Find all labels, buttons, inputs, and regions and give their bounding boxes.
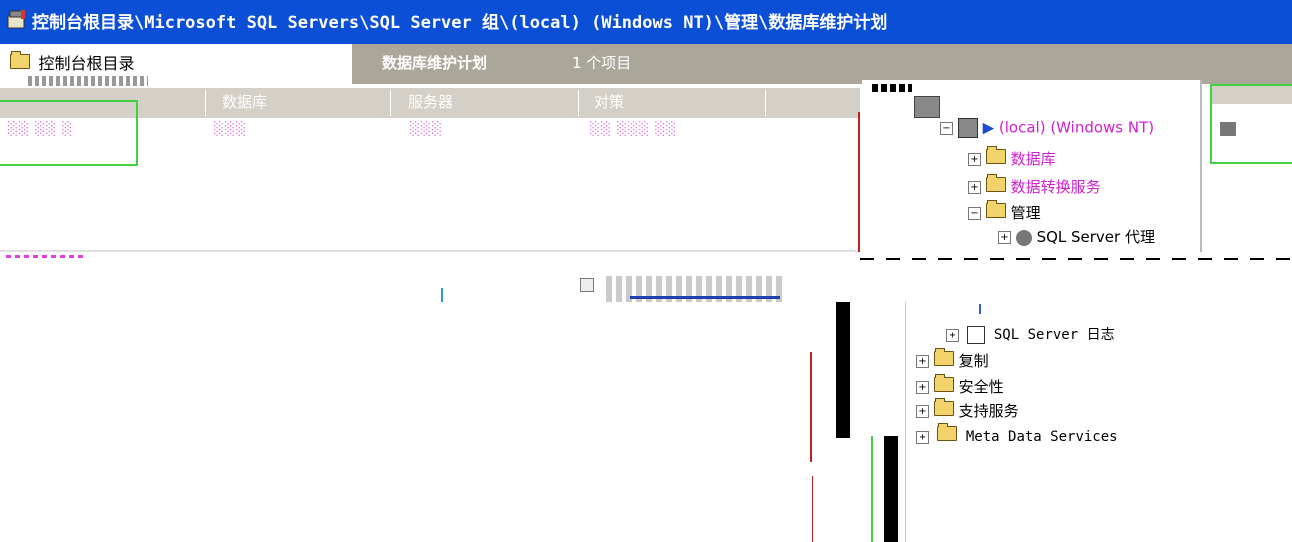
row-policy: ░░ ░░░ ░░ (590, 122, 678, 137)
folder-icon (10, 51, 30, 69)
collapse-icon[interactable]: − (940, 121, 953, 135)
row-server: ░░░ (410, 122, 443, 137)
tree-item-security[interactable]: + 安全性 (916, 374, 1004, 397)
folder-icon (985, 174, 1006, 192)
result-pane-header: 数据库维护计划 1 个项目 (352, 44, 1292, 84)
column-policy[interactable]: 对策 (594, 91, 624, 112)
collapse-icon[interactable]: − (968, 207, 981, 220)
folder-icon (933, 374, 954, 392)
title-bar: 控制台根目录\Microsoft SQL Servers\SQL Server … (0, 0, 1292, 44)
folder-icon (933, 348, 954, 366)
window-title: 控制台根目录\Microsoft SQL Servers\SQL Server … (32, 13, 888, 33)
console-tree-panel: 控制台根目录 (0, 44, 350, 88)
expand-icon[interactable]: + (916, 355, 929, 368)
expand-icon[interactable]: + (916, 381, 929, 394)
section-title: 数据库维护计划 (382, 54, 488, 72)
folder-icon (937, 423, 958, 441)
play-icon: ▶ (982, 118, 995, 137)
tree-item-glitch (28, 76, 148, 86)
folder-icon (933, 398, 954, 416)
column-database[interactable]: 数据库 (222, 91, 267, 112)
tree-item-console-root[interactable]: 控制台根目录 (10, 50, 134, 74)
plan-icon (1220, 122, 1236, 136)
expand-icon[interactable]: + (916, 430, 929, 444)
mmc-app-icon (6, 8, 28, 30)
expand-icon[interactable]: + (946, 328, 959, 342)
folder-icon (985, 200, 1006, 218)
agent-icon (1015, 229, 1032, 246)
item-count: 1 个项目 (572, 54, 632, 72)
folder-icon (985, 146, 1006, 164)
expand-icon[interactable]: + (916, 405, 929, 418)
tree-item-local-server[interactable]: − ▶ (local) (Windows NT) (940, 118, 1154, 138)
tree-item-sql-agent[interactable]: + SQL Server 代理 (998, 226, 1155, 247)
splitter[interactable] (858, 112, 860, 252)
tree-item-support-services[interactable]: + 支持服务 (916, 398, 1019, 421)
column-server[interactable]: 服务器 (408, 91, 453, 112)
tree-item-meta-data-services[interactable]: + Meta Data Services (916, 423, 1118, 445)
tree-item-dts[interactable]: + 数据转换服务 (968, 174, 1101, 197)
tree-item-replication[interactable]: + 复制 (916, 348, 989, 371)
tree-item-management[interactable]: − 管理 (968, 200, 1041, 223)
pane-divider (0, 250, 860, 252)
row-database: ░░░ (214, 122, 247, 137)
row-plan-name: ░░ ░░ ░ (8, 122, 74, 137)
console-tree-right: − ▶ (local) (Windows NT) + 数据库 + 数据转换服务 … (862, 80, 1202, 252)
tree-item-label: 控制台根目录 (38, 54, 135, 73)
expand-icon[interactable]: + (998, 231, 1011, 244)
log-icon (967, 326, 986, 344)
server-icon (957, 118, 978, 138)
tree-item-databases[interactable]: + 数据库 (968, 146, 1056, 169)
server-group-icon (914, 96, 940, 118)
tree-item-sql-logs[interactable]: + SQL Server 日志 (946, 324, 1115, 344)
right-list-panel (1210, 84, 1292, 164)
